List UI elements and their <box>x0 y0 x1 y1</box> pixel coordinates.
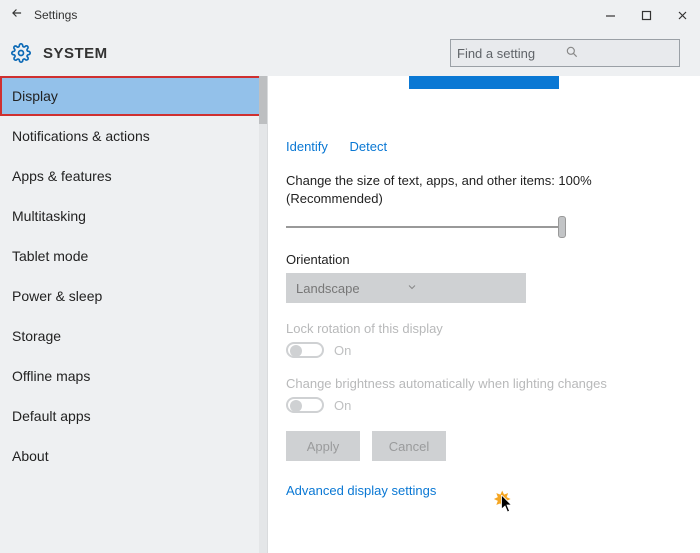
minimize-button[interactable] <box>592 0 628 30</box>
sidebar: Display Notifications & actions Apps & f… <box>0 76 268 553</box>
sidebar-item-tablet-mode[interactable]: Tablet mode <box>0 236 267 276</box>
scale-text: Change the size of text, apps, and other… <box>286 172 682 208</box>
content-pane: Identify Detect Change the size of text,… <box>268 76 700 553</box>
toggle-knob <box>290 345 302 357</box>
header: SYSTEM Find a setting <box>0 30 700 76</box>
advanced-display-settings-link[interactable]: Advanced display settings <box>286 483 682 498</box>
titlebar: Settings <box>0 0 700 30</box>
brightness-toggle[interactable] <box>286 397 324 413</box>
scrollbar-thumb[interactable] <box>259 76 267 124</box>
maximize-button[interactable] <box>628 0 664 30</box>
orientation-label: Orientation <box>286 252 682 267</box>
sidebar-item-power-sleep[interactable]: Power & sleep <box>0 276 267 316</box>
gear-icon <box>11 43 31 63</box>
search-placeholder: Find a setting <box>457 46 565 61</box>
search-icon <box>565 45 673 62</box>
lock-rotation-state: On <box>334 343 351 358</box>
lock-rotation-toggle[interactable] <box>286 342 324 358</box>
page-title: SYSTEM <box>43 45 108 62</box>
orientation-dropdown[interactable]: Landscape <box>286 273 526 303</box>
close-button[interactable] <box>664 0 700 30</box>
scrollbar[interactable] <box>259 76 267 553</box>
detect-link[interactable]: Detect <box>350 139 388 154</box>
slider-track <box>286 226 564 228</box>
cancel-button[interactable]: Cancel <box>372 431 446 461</box>
sidebar-item-offline-maps[interactable]: Offline maps <box>0 356 267 396</box>
sidebar-item-storage[interactable]: Storage <box>0 316 267 356</box>
sidebar-item-display[interactable]: Display <box>0 76 267 116</box>
search-input[interactable]: Find a setting <box>450 39 680 67</box>
sidebar-item-about[interactable]: About <box>0 436 267 476</box>
scale-slider[interactable] <box>286 218 566 236</box>
slider-thumb[interactable] <box>558 216 566 238</box>
back-button[interactable] <box>0 6 34 25</box>
orientation-value: Landscape <box>296 281 406 296</box>
sidebar-item-multitasking[interactable]: Multitasking <box>0 196 267 236</box>
lock-rotation-label: Lock rotation of this display <box>286 321 682 336</box>
monitor-preview[interactable] <box>409 76 559 89</box>
sidebar-item-default-apps[interactable]: Default apps <box>0 396 267 436</box>
window-title: Settings <box>34 8 77 22</box>
chevron-down-icon <box>406 281 516 296</box>
toggle-knob <box>290 400 302 412</box>
identify-link[interactable]: Identify <box>286 139 328 154</box>
brightness-label: Change brightness automatically when lig… <box>286 376 682 391</box>
sidebar-item-notifications[interactable]: Notifications & actions <box>0 116 267 156</box>
sidebar-item-apps-features[interactable]: Apps & features <box>0 156 267 196</box>
brightness-state: On <box>334 398 351 413</box>
apply-button[interactable]: Apply <box>286 431 360 461</box>
